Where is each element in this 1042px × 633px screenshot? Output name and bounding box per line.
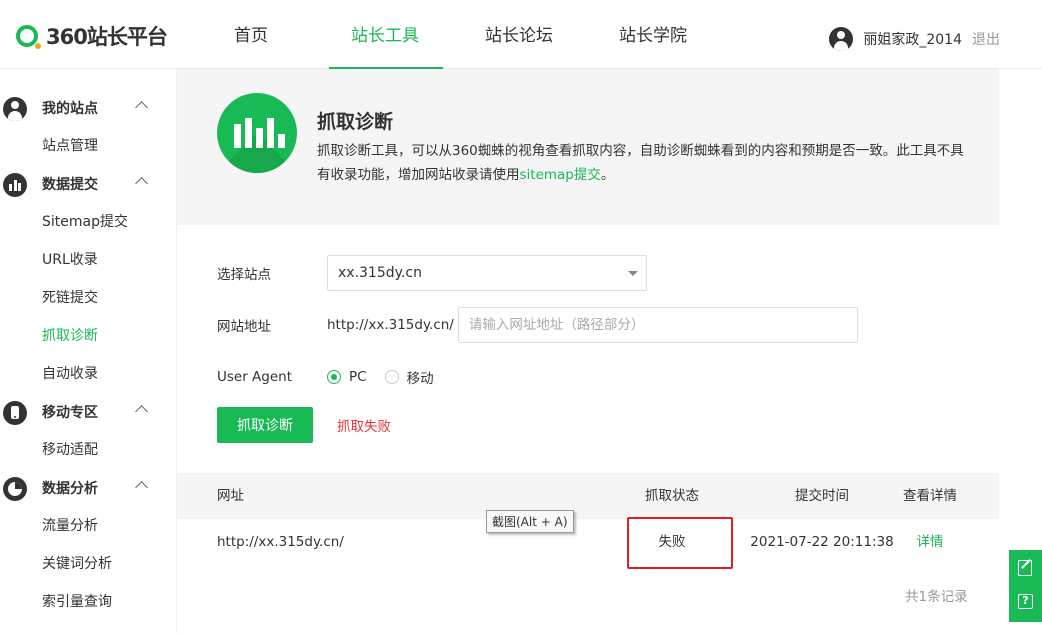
top-header: 360站长平台 首页 站长工具 站长论坛 站长学院 丽姐家政_2014 退出: [0, 0, 1042, 70]
help-icon: ?: [1018, 594, 1033, 609]
sidebar-group-data-submit[interactable]: 数据提交: [0, 165, 176, 203]
sidebar-item-sitemap[interactable]: Sitemap提交: [0, 203, 176, 241]
sidebar-group-label: 数据分析: [42, 481, 98, 497]
sidebar-group-mobile[interactable]: 移动专区: [0, 393, 176, 431]
sidebar-item-index-query[interactable]: 索引量查询: [0, 583, 176, 621]
sidebar-item-site-management[interactable]: 站点管理: [0, 127, 176, 165]
column-header-detail: 查看详情: [903, 488, 957, 504]
sidebar-item-mobile-adapt[interactable]: 移动适配: [0, 431, 176, 469]
nav-item-tools[interactable]: 站长工具: [329, 0, 443, 70]
nav-item-home[interactable]: 首页: [195, 0, 307, 69]
nav-item-forum[interactable]: 站长论坛: [463, 0, 575, 69]
sidebar-item-crawl-diagnosis[interactable]: 抓取诊断: [0, 317, 176, 355]
feedback-button[interactable]: [1009, 550, 1042, 586]
logo-text: 360站长平台: [46, 25, 168, 49]
sidebar-item-keywords[interactable]: 关键词分析: [0, 545, 176, 583]
floating-toolbar: ?: [1009, 550, 1042, 622]
results-table-header: 网址 抓取状态 提交时间 查看详情: [177, 473, 999, 519]
user-agent-row: User Agent PC 移动: [217, 367, 452, 387]
caret-down-icon: [628, 271, 638, 276]
url-label: 网站地址: [217, 319, 271, 335]
description-end: 。: [600, 167, 615, 183]
sidebar-item-dead-link[interactable]: 死链提交: [0, 279, 176, 317]
sidebar: 我的站点 站点管理 数据提交 Sitemap提交 URL收录 死链提交 抓取诊断…: [0, 69, 177, 633]
submit-row: 抓取诊断 抓取失败: [217, 407, 391, 443]
description-text: 抓取诊断工具，可以从360蜘蛛的视角查看抓取内容，自助诊断蜘蛛看到的内容和预期是…: [317, 143, 964, 183]
ua-option-mobile[interactable]: 移动: [384, 367, 434, 387]
user-agent-label: User Agent: [217, 369, 293, 385]
ua-option-label: PC: [349, 369, 367, 385]
sidebar-item-url-index[interactable]: URL收录: [0, 241, 176, 279]
screenshot-tooltip: 截图(Alt + A): [486, 510, 574, 533]
column-header-url: 网址: [217, 488, 244, 504]
table-row: http://xx.315dy.cn/ 失败 2021-07-22 20:11:…: [177, 517, 999, 569]
ua-option-pc[interactable]: PC: [327, 369, 367, 385]
record-count: 共1条记录: [905, 589, 968, 605]
url-row: 网站地址 http://xx.315dy.cn/: [217, 307, 858, 343]
site-select-row: 选择站点 xx.315dy.cn: [217, 255, 647, 291]
sidebar-group-label: 移动专区: [42, 405, 98, 421]
row-url: http://xx.315dy.cn/: [217, 534, 344, 550]
site-logo[interactable]: 360站长平台: [16, 22, 168, 50]
sidebar-item-auto-index[interactable]: 自动收录: [0, 355, 176, 393]
sidebar-group-my-sites[interactable]: 我的站点: [0, 89, 176, 127]
url-prefix: http://xx.315dy.cn/: [327, 317, 454, 333]
sidebar-group-analytics[interactable]: 数据分析: [0, 469, 176, 507]
sidebar-group-label: 我的站点: [42, 101, 98, 117]
ua-option-label: 移动: [406, 371, 434, 387]
sidebar-group-label: 数据提交: [42, 177, 98, 193]
nav-item-academy[interactable]: 站长学院: [597, 0, 709, 69]
column-header-status: 抓取状态: [645, 488, 699, 504]
page-title: 抓取诊断: [317, 111, 394, 133]
row-status: 失败: [658, 534, 686, 550]
sitemap-link[interactable]: sitemap提交: [520, 167, 601, 183]
mobile-icon: [3, 401, 27, 425]
main-content: 抓取诊断 抓取诊断工具，可以从360蜘蛛的视角查看抓取内容，自助诊断蜘蛛看到的内…: [177, 69, 999, 633]
page-description: 抓取诊断工具，可以从360蜘蛛的视角查看抓取内容，自助诊断蜘蛛看到的内容和预期是…: [317, 139, 967, 187]
crawl-diagnosis-button[interactable]: 抓取诊断: [217, 407, 313, 443]
radio-unchecked-icon: [384, 370, 399, 384]
sidebar-item-traffic[interactable]: 流量分析: [0, 507, 176, 545]
site-select-label: 选择站点: [217, 267, 271, 283]
row-time: 2021-07-22 20:11:38: [750, 534, 894, 550]
user-name[interactable]: 丽姐家政_2014: [863, 29, 962, 49]
logout-link[interactable]: 退出: [972, 29, 1000, 49]
url-path-input[interactable]: [457, 307, 858, 343]
chevron-up-icon: [135, 101, 148, 114]
radio-checked-icon: [327, 370, 341, 384]
pie-chart-icon: [3, 477, 27, 501]
bar-chart-icon: [217, 93, 297, 173]
edit-icon: [1018, 560, 1032, 576]
column-header-time: 提交时间: [795, 488, 849, 504]
main-nav: 首页 站长工具 站长论坛 站长学院: [195, 0, 731, 70]
avatar-icon[interactable]: [829, 27, 854, 51]
bar-chart-icon: [3, 173, 27, 197]
chevron-up-icon: [135, 481, 148, 494]
person-icon: [3, 97, 27, 121]
help-button[interactable]: ?: [1009, 586, 1042, 622]
logo-icon: [16, 25, 41, 49]
site-select-value: xx.315dy.cn: [338, 265, 422, 281]
user-menu: 丽姐家政_2014 退出: [829, 27, 1000, 51]
site-select[interactable]: xx.315dy.cn: [327, 255, 647, 291]
chevron-up-icon: [135, 405, 148, 418]
error-message: 抓取失败: [337, 419, 391, 435]
row-detail-link[interactable]: 详情: [895, 519, 965, 565]
tool-banner: 抓取诊断 抓取诊断工具，可以从360蜘蛛的视角查看抓取内容，自助诊断蜘蛛看到的内…: [177, 69, 999, 225]
chevron-up-icon: [135, 177, 148, 190]
